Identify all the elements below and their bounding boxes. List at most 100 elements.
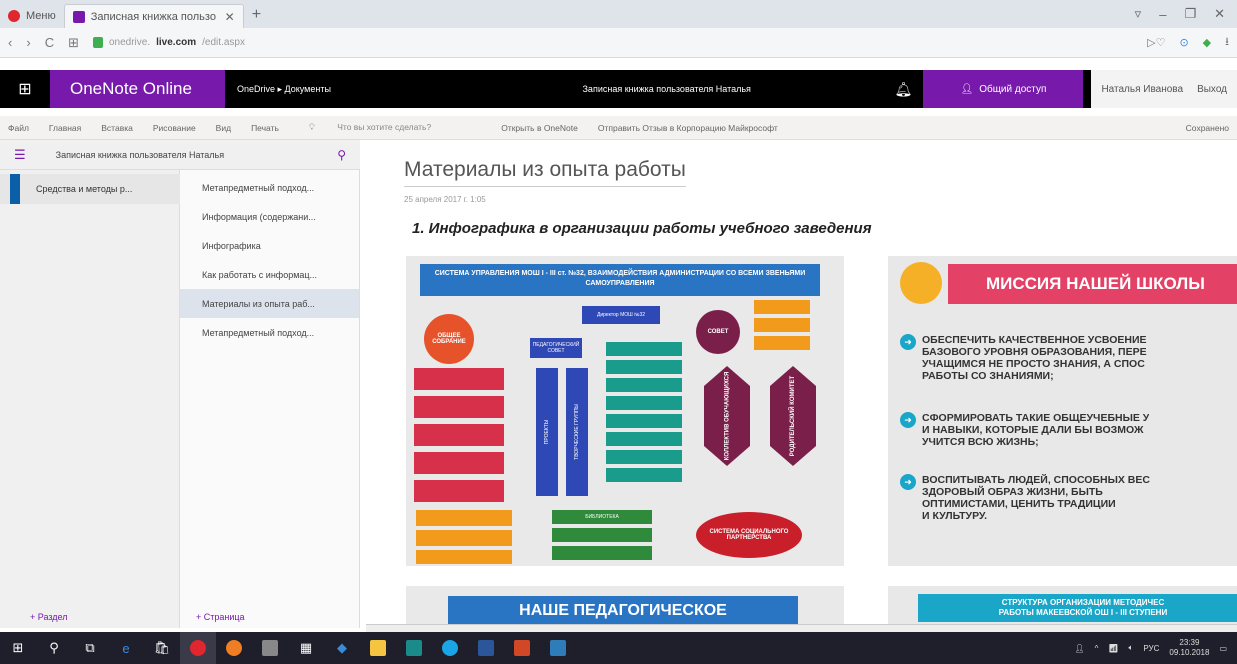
system-tray: 👤︎ ^ 📶︎ 🔈︎ РУС 23:39 09.10.2018 ▭ bbox=[1074, 638, 1237, 658]
structure-banner: СТРУКТУРА ОРГАНИЗАЦИИ МЕТОДИЧЕС РАБОТЫ М… bbox=[918, 594, 1237, 622]
publisher-icon[interactable] bbox=[396, 632, 432, 664]
minimize-icon[interactable]: – bbox=[1159, 7, 1166, 22]
structure-infographic[interactable]: СТРУКТУРА ОРГАНИЗАЦИИ МЕТОДИЧЕС РАБОТЫ М… bbox=[888, 586, 1237, 628]
language-indicator[interactable]: РУС bbox=[1143, 644, 1159, 653]
open-in-onenote-link[interactable]: Открыть в OneNote bbox=[501, 123, 578, 133]
orange-box bbox=[416, 510, 512, 526]
notebook-header: ☰ Записная книжка пользователя Наталья ⚲ bbox=[0, 140, 360, 170]
app-name[interactable]: OneNote Online bbox=[50, 70, 225, 108]
arrow-right-icon: ➜ bbox=[900, 334, 916, 350]
section-label: Средства и методы р... bbox=[36, 184, 133, 194]
method-box bbox=[606, 378, 682, 392]
mission-infographic[interactable]: МИССИЯ НАШЕЙ ШКОЛЫ ➜ ОБЕСПЕЧИТЬ КАЧЕСТВЕ… bbox=[888, 256, 1237, 566]
management-infographic[interactable]: СИСТЕМА УПРАВЛЕНИЯ МОШ I - III ст. №32, … bbox=[406, 256, 844, 566]
arrow-right-icon: ➜ bbox=[900, 412, 916, 428]
page-item[interactable]: Как работать с информац... bbox=[180, 260, 359, 289]
skype-icon[interactable] bbox=[432, 632, 468, 664]
url-field[interactable]: onedrive. live.com/edit.aspx bbox=[92, 37, 245, 48]
file-explorer-icon[interactable] bbox=[360, 632, 396, 664]
clock[interactable]: 23:39 09.10.2018 bbox=[1169, 638, 1209, 658]
page-canvas[interactable]: Материалы из опыта работы 25 апреля 2017… bbox=[362, 140, 1237, 628]
browser-icon[interactable] bbox=[216, 632, 252, 664]
network-icon[interactable]: 📶︎ bbox=[1108, 644, 1118, 653]
horizontal-scrollbar[interactable] bbox=[366, 624, 1237, 632]
notifications-icon[interactable]: ▭ bbox=[1219, 644, 1227, 653]
mission-bullet-text: СФОРМИРОВАТЬ ТАКИЕ ОБЩЕУЧЕБНЫЕ У И НАВЫК… bbox=[922, 412, 1150, 448]
add-page-button[interactable]: + Страница bbox=[196, 612, 245, 622]
page-item-selected[interactable]: Материалы из опыта раб... bbox=[180, 289, 359, 318]
app-icon[interactable] bbox=[540, 632, 576, 664]
ped-council-box: ПЕДАГОГИЧЕСКИЙ СОВЕТ bbox=[530, 338, 582, 358]
orange-box bbox=[416, 550, 512, 564]
vpn-icon[interactable]: ⊙ bbox=[1179, 36, 1188, 49]
speed-dial-icon[interactable]: ⊞ bbox=[68, 35, 79, 51]
tab-print[interactable]: Печать bbox=[251, 123, 279, 133]
notebook-name[interactable]: Записная книжка пользователя Наталья bbox=[56, 150, 224, 160]
powerpoint-icon[interactable] bbox=[504, 632, 540, 664]
app-launcher-icon[interactable]: ⊞ bbox=[0, 70, 50, 108]
download-icon[interactable]: ⭳ bbox=[1225, 33, 1229, 52]
page-item[interactable]: Информация (содержани... bbox=[180, 202, 359, 231]
browser-tab-menu[interactable]: Меню bbox=[0, 4, 64, 28]
windows-start-icon[interactable]: ⊞ bbox=[0, 632, 36, 664]
tab-file[interactable]: Файл bbox=[8, 123, 29, 133]
user-name[interactable]: Наталья Иванова bbox=[1101, 84, 1183, 95]
tab-home[interactable]: Главная bbox=[49, 123, 81, 133]
page-title[interactable]: Материалы из опыта работы bbox=[404, 158, 686, 187]
add-section-button[interactable]: + Раздел bbox=[30, 612, 68, 622]
paint-icon[interactable]: ◆ bbox=[324, 632, 360, 664]
calculator-icon[interactable] bbox=[252, 632, 288, 664]
tab-view[interactable]: Вид bbox=[216, 123, 231, 133]
page-item[interactable]: Метапредметный подход... bbox=[180, 173, 359, 202]
extension-icon[interactable]: ◆ bbox=[1203, 36, 1211, 49]
opera-icon[interactable] bbox=[180, 632, 216, 664]
tell-me-input[interactable]: 💡︎ Что вы хотите сделать? bbox=[309, 122, 451, 133]
notifications-icon[interactable]: 🔔︎ bbox=[883, 81, 923, 98]
tab-draw[interactable]: Рисование bbox=[153, 123, 196, 133]
close-tab-icon[interactable]: ✕ bbox=[225, 10, 235, 24]
people-icon[interactable]: 👤︎ bbox=[1074, 644, 1084, 653]
tab-insert[interactable]: Вставка bbox=[101, 123, 133, 133]
hamburger-icon[interactable]: ☰ bbox=[14, 147, 26, 163]
teachers-banner: НАШЕ ПЕДАГОГИЧЕСКОЕ bbox=[448, 596, 798, 626]
mission-bullet-text: ОБЕСПЕЧИТЬ КАЧЕСТВЕННОЕ УСВОЕНИЕ БАЗОВОГ… bbox=[922, 334, 1147, 382]
volume-icon[interactable]: 🔈︎ bbox=[1129, 643, 1134, 653]
send-feedback-link[interactable]: Отправить Отзыв в Корпорацию Майкрософт bbox=[598, 123, 778, 133]
restore-icon[interactable]: ❐ bbox=[1184, 6, 1196, 22]
search-icon[interactable]: ⚲ bbox=[36, 632, 72, 664]
reload-icon[interactable]: C bbox=[45, 35, 54, 50]
new-tab-button[interactable]: + bbox=[244, 6, 269, 28]
section-item[interactable]: Средства и методы р... bbox=[0, 174, 180, 204]
filter-icon[interactable]: ▿ bbox=[1135, 6, 1142, 22]
chevron-up-icon[interactable]: ^ bbox=[1095, 644, 1099, 653]
orange-box bbox=[754, 318, 810, 332]
browser-address-bar: ‹ › C ⊞ onedrive. live.com/edit.aspx ▷♡ ⊙… bbox=[0, 28, 1237, 58]
edge-icon[interactable]: e bbox=[108, 632, 144, 664]
task-view-icon[interactable]: ⧉ bbox=[72, 632, 108, 664]
windows-taskbar: ⊞ ⚲ ⧉ e 🛍︎ ▦ ◆ 👤︎ ^ 📶︎ 🔈︎ РУС 23:39 09.1… bbox=[0, 632, 1237, 664]
share-button[interactable]: 👤︎ Общий доступ bbox=[923, 70, 1084, 108]
breadcrumb[interactable]: OneDrive ▸ Документы bbox=[225, 84, 390, 95]
method-box bbox=[606, 432, 682, 446]
close-window-icon[interactable]: ✕ bbox=[1214, 6, 1225, 22]
section-heading[interactable]: 1. Инфографика в организации работы учеб… bbox=[412, 220, 872, 237]
forward-icon[interactable]: › bbox=[26, 35, 30, 50]
store-icon[interactable]: 🛍︎ bbox=[144, 632, 180, 664]
method-box bbox=[606, 450, 682, 464]
browser-tab-notebook[interactable]: Записная книжка пользо ✕ bbox=[63, 4, 244, 28]
teachers-infographic[interactable]: НАШЕ ПЕДАГОГИЧЕСКОЕ bbox=[406, 586, 844, 628]
onenote-favicon-icon bbox=[72, 10, 85, 23]
bookmark-heart-icon[interactable]: ▷♡ bbox=[1147, 36, 1165, 49]
photos-icon[interactable]: ▦ bbox=[288, 632, 324, 664]
deputy-box bbox=[414, 424, 504, 446]
page-item[interactable]: Инфографика bbox=[180, 231, 359, 260]
mission-bullet-text: ВОСПИТЫВАТЬ ЛЮДЕЙ, СПОСОБНЫХ ВЕС ЗДОРОВЫ… bbox=[922, 474, 1150, 522]
word-icon[interactable] bbox=[468, 632, 504, 664]
method-box bbox=[606, 414, 682, 428]
deputy-box bbox=[414, 368, 504, 390]
sign-out-link[interactable]: Выход bbox=[1197, 84, 1227, 95]
search-icon[interactable]: ⚲ bbox=[337, 148, 346, 162]
page-item[interactable]: Метапредметный подход... bbox=[180, 318, 359, 347]
back-icon[interactable]: ‹ bbox=[8, 35, 12, 50]
creative-groups-column: ТВОРЧЕСКИЕ ГРУППЫ bbox=[566, 368, 588, 496]
